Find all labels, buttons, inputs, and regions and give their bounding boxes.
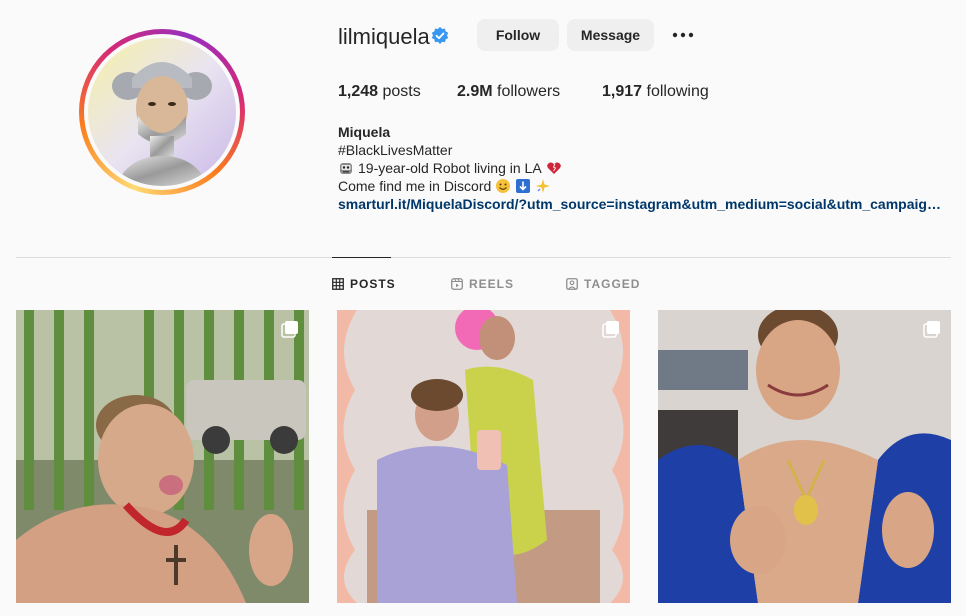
- bio-link[interactable]: smarturl.it/MiquelaDiscord/?utm_source=i…: [338, 196, 948, 212]
- stat-posts: 1,248 posts: [338, 83, 421, 101]
- post-image-3: [658, 310, 951, 603]
- stat-followers[interactable]: 2.9M followers: [457, 83, 560, 101]
- tab-tagged[interactable]: TAGGED: [566, 277, 640, 291]
- multiple-photos-icon: [602, 321, 619, 338]
- message-button[interactable]: Message: [567, 19, 654, 51]
- down-arrow-emoji-icon: [516, 179, 531, 193]
- tab-posts[interactable]: POSTS: [332, 277, 396, 291]
- bio-name: Miquela: [338, 124, 391, 140]
- bio-line-2: Come find me in Discord: [338, 178, 551, 194]
- posts-label: posts: [382, 83, 421, 100]
- stat-following[interactable]: 1,917 following: [602, 83, 709, 101]
- active-tab-indicator: [332, 257, 391, 258]
- multiple-photos-icon: [281, 321, 298, 338]
- verified-badge-icon: [431, 27, 449, 44]
- multiple-photos-icon: [923, 321, 940, 338]
- sparkle-emoji-icon: [536, 179, 551, 193]
- post-image-1: [16, 310, 309, 603]
- post-thumbnail-2[interactable]: [337, 310, 630, 603]
- tagged-icon: [566, 278, 578, 290]
- follow-button[interactable]: Follow: [477, 19, 559, 51]
- followers-count: 2.9M: [457, 83, 493, 100]
- post-thumbnail-1[interactable]: [16, 310, 309, 603]
- robot-face-icon: [340, 163, 352, 174]
- grid-icon: [332, 278, 344, 290]
- posts-count: 1,248: [338, 83, 379, 100]
- profile-username: lilmiquela: [338, 24, 430, 49]
- following-label: following: [646, 83, 709, 100]
- post-image-2: [337, 310, 630, 603]
- tab-reels-label: REELS: [469, 277, 515, 291]
- bio-line-1: 19-year-old Robot living in LA: [338, 160, 562, 176]
- bio-line-1-text: 19-year-old Robot living in LA: [358, 160, 542, 176]
- post-thumbnail-3[interactable]: [658, 310, 951, 603]
- smile-emoji-icon: [496, 179, 511, 193]
- tab-posts-label: POSTS: [350, 277, 396, 291]
- avatar[interactable]: [88, 38, 236, 186]
- followers-label: followers: [497, 83, 561, 100]
- bio-line-2-text: Come find me in Discord: [338, 178, 492, 194]
- tab-reels[interactable]: REELS: [451, 277, 514, 291]
- profile-avatar-ring[interactable]: [79, 29, 245, 195]
- more-options-icon[interactable]: [670, 25, 696, 45]
- heart-icon: [546, 162, 561, 174]
- profile-divider: [16, 257, 951, 258]
- reels-icon: [451, 278, 463, 290]
- following-count: 1,917: [602, 83, 643, 100]
- tab-tagged-label: TAGGED: [584, 277, 641, 291]
- bio-hashtag[interactable]: #BlackLivesMatter: [338, 142, 452, 158]
